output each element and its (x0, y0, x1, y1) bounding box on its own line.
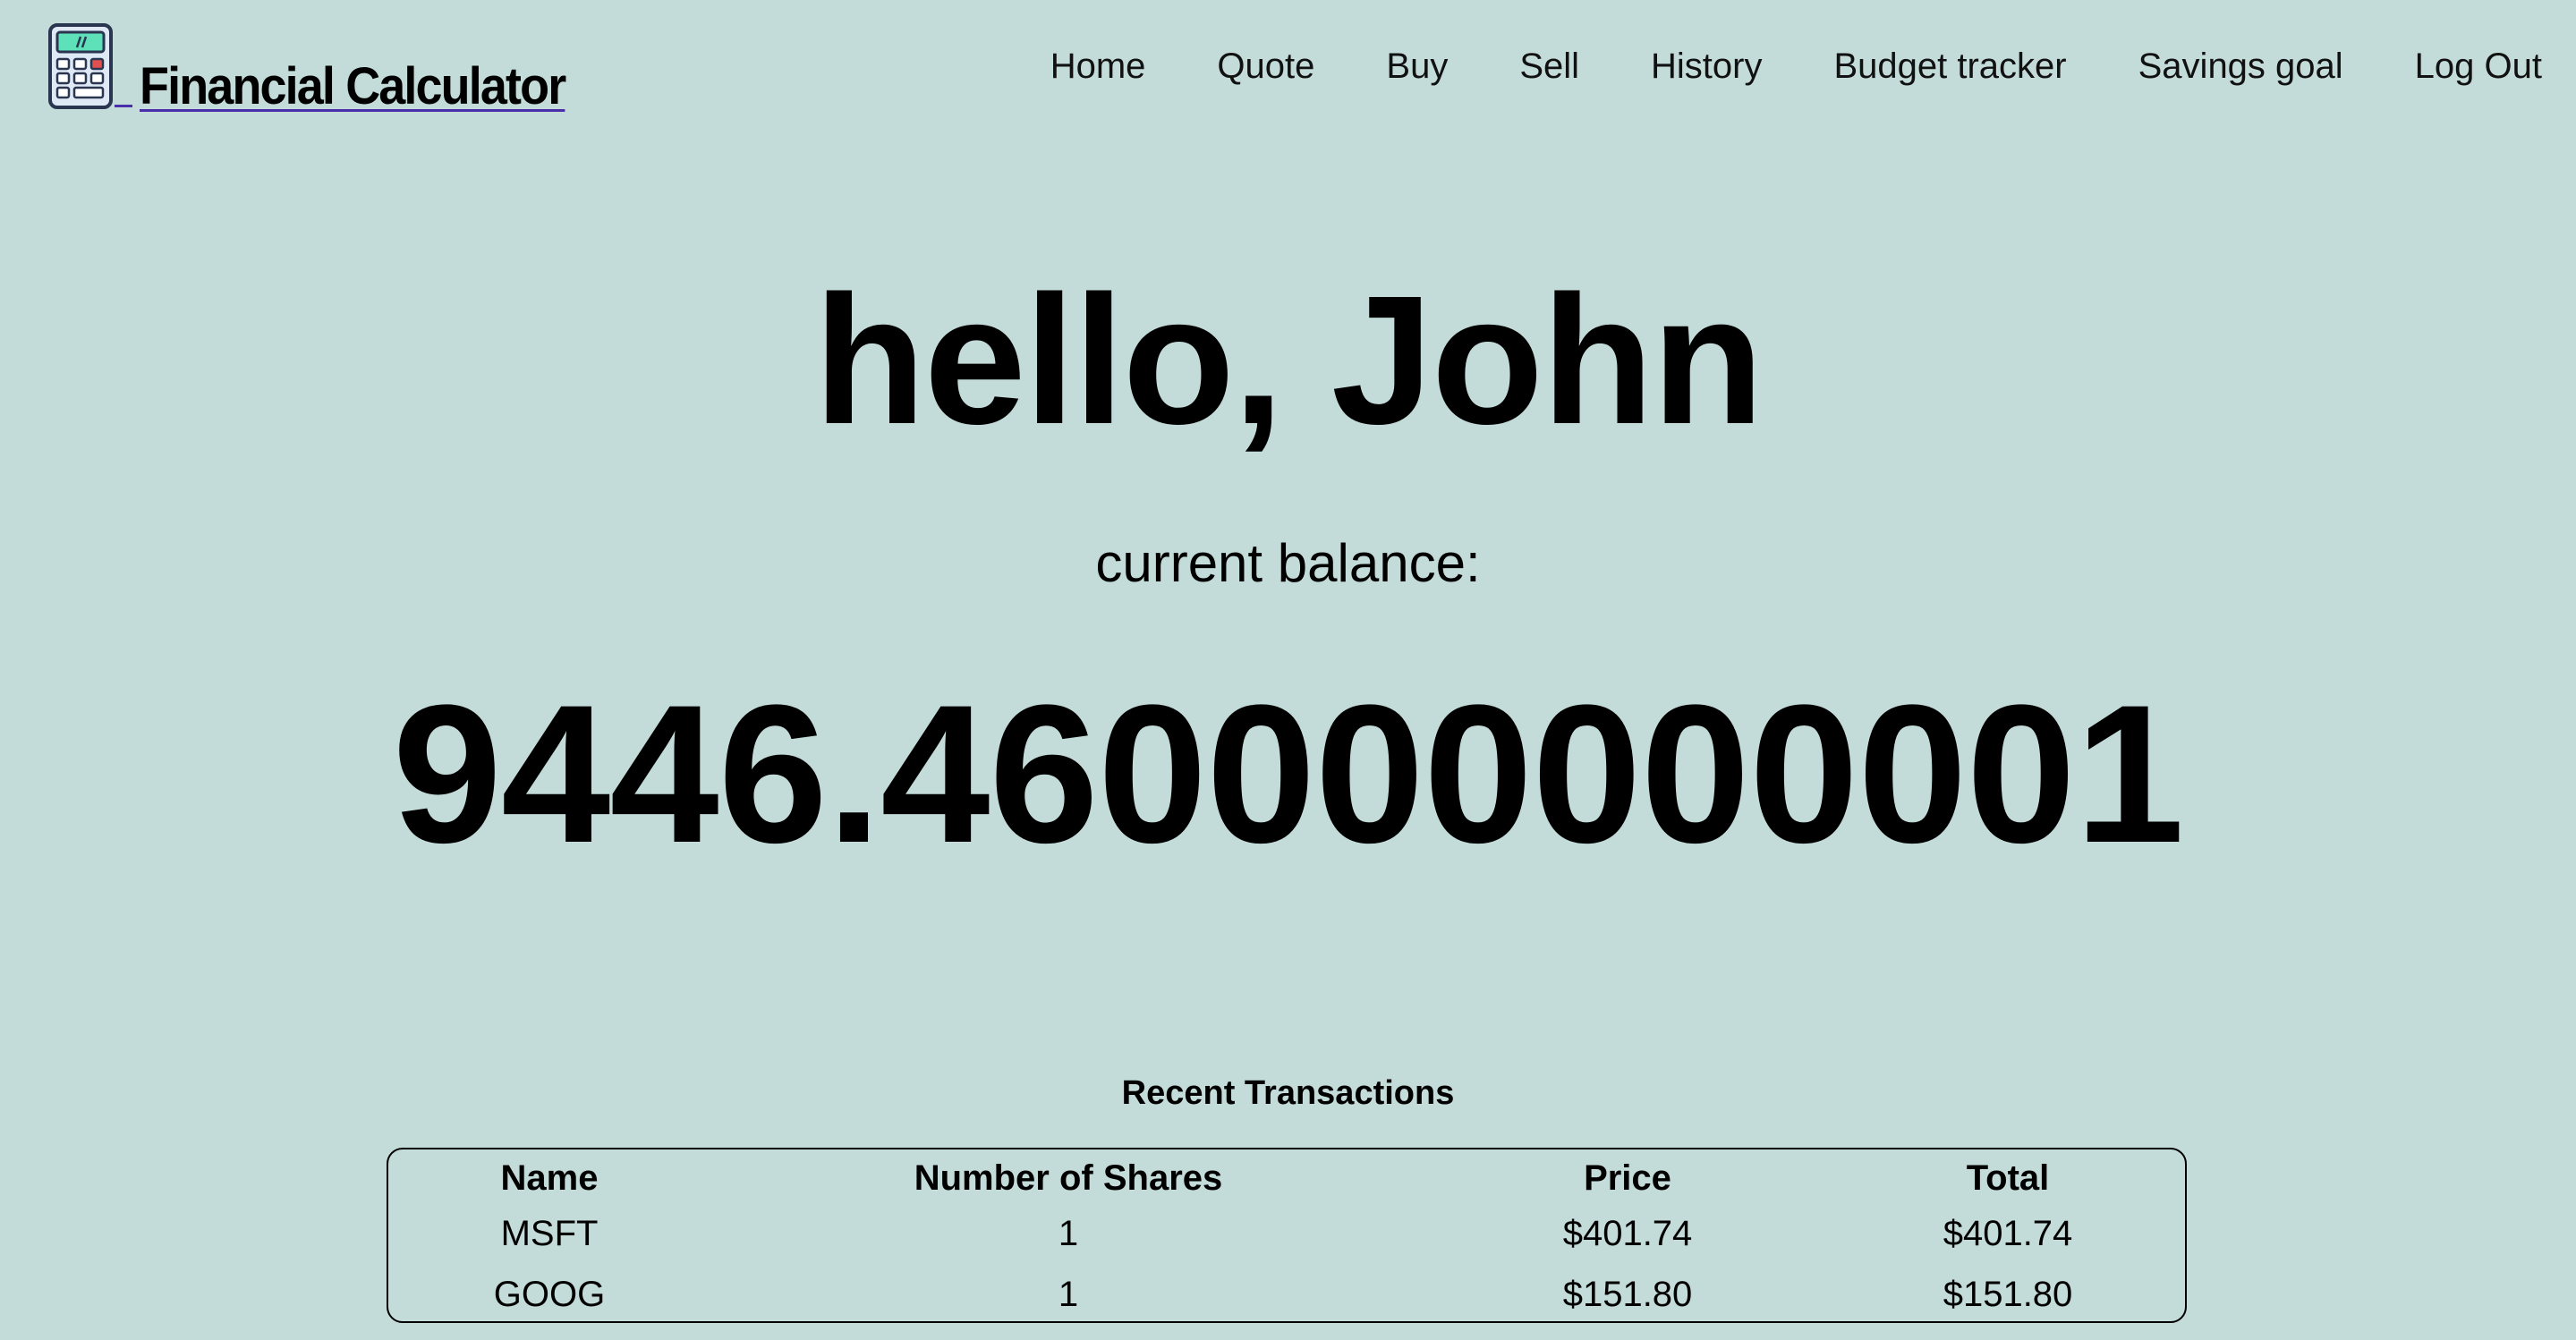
nav-budget-tracker[interactable]: Budget tracker (1833, 47, 2066, 86)
table-row: MSFT 1 $401.74 $401.74 (388, 1203, 2187, 1264)
cell-price: $151.80 (1562, 1275, 1693, 1314)
table-row: GOOG 1 $151.80 $151.80 (388, 1264, 2187, 1325)
nav-links: Home Quote Buy Sell History Budget track… (1050, 47, 2542, 87)
column-header-shares: Number of Shares (914, 1158, 1223, 1198)
cell-shares: 1 (1058, 1275, 1079, 1314)
transactions-table: Name Number of Shares Price Total MSFT 1… (388, 1153, 2187, 1325)
recent-transactions-title: Recent Transactions (1121, 1074, 1455, 1112)
cell-total: $151.80 (1943, 1275, 2073, 1314)
column-header-total: Total (1966, 1158, 2050, 1198)
nav-sell[interactable]: Sell (1519, 47, 1579, 86)
brand-link[interactable]: Financial Calculator (47, 21, 597, 113)
brand-title[interactable]: Financial Calculator (140, 61, 566, 113)
nav-buy[interactable]: Buy (1386, 47, 1448, 86)
nav-history[interactable]: History (1651, 47, 1762, 86)
greeting-heading: hello, John (813, 258, 1764, 462)
column-header-name: Name (500, 1158, 599, 1198)
cell-price: $401.74 (1562, 1214, 1693, 1253)
nav-log-out[interactable]: Log Out (2415, 47, 2542, 86)
cell-name: GOOG (493, 1275, 606, 1314)
cell-total: $401.74 (1943, 1214, 2073, 1253)
cell-name: MSFT (500, 1214, 599, 1253)
calculator-icon (48, 23, 113, 109)
cell-shares: 1 (1058, 1214, 1079, 1253)
nav-quote[interactable]: Quote (1217, 47, 1314, 86)
balance-label: current balance: (1095, 533, 1481, 593)
nav-home[interactable]: Home (1050, 47, 1146, 86)
navbar: Financial Calculator Home Quote Buy Sell… (0, 0, 2576, 152)
balance-value: 9446.460000000001 (392, 664, 2185, 884)
table-header-row: Name Number of Shares Price Total (388, 1153, 2187, 1203)
transactions-table-container: Name Number of Shares Price Total MSFT 1… (387, 1148, 2187, 1323)
brand-link-underline (115, 101, 132, 107)
nav-savings-goal[interactable]: Savings goal (2138, 47, 2343, 86)
column-header-price: Price (1584, 1158, 1671, 1198)
